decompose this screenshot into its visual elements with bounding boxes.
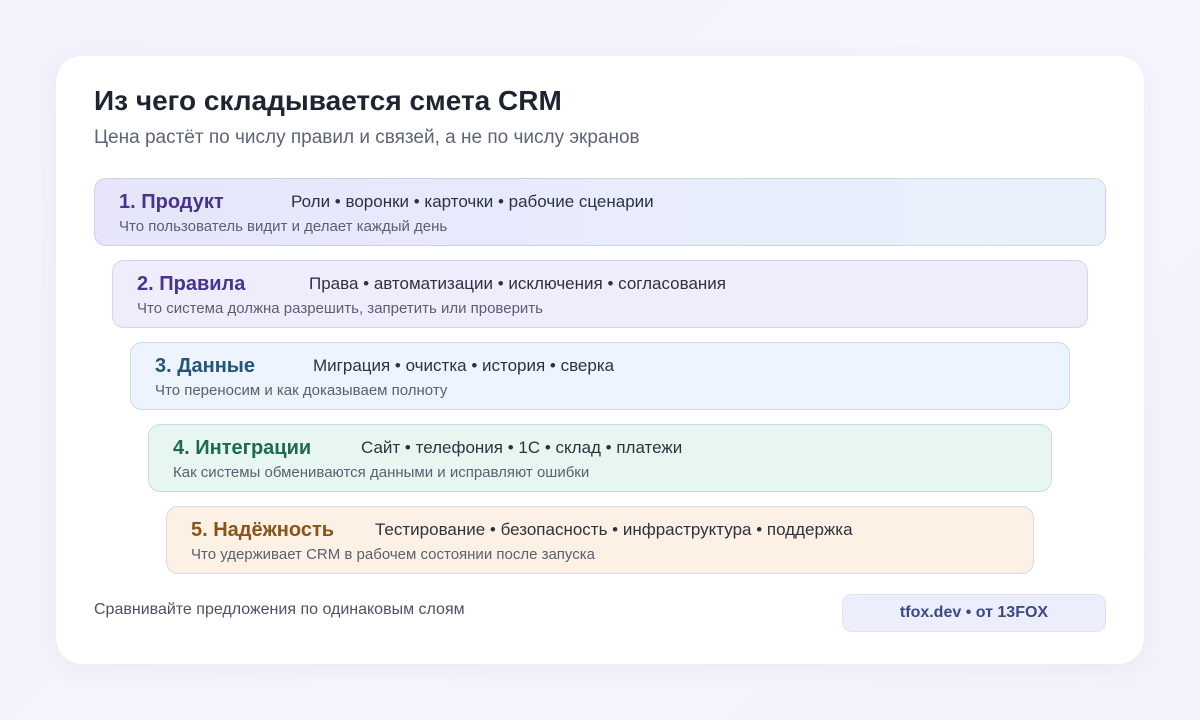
layer-items: Миграция • очистка • история • сверка: [313, 356, 615, 375]
layer-heading: 4. Интеграции: [173, 437, 312, 459]
layer-heading: 5. Надёжность: [191, 519, 335, 541]
layer-description: Что удерживает CRM в рабочем состоянии п…: [191, 546, 595, 563]
layer-heading: 2. Правила: [137, 273, 246, 295]
content-card: Из чего складывается смета CRM Цена раст…: [56, 56, 1144, 664]
brand-badge: tfox.dev • от 13FOX: [842, 594, 1106, 632]
layer-items: Права • автоматизации • исключения • сог…: [309, 274, 727, 293]
page-title: Из чего складывается смета CRM: [94, 85, 562, 116]
footer-note: Сравнивайте предложения по одинаковым сл…: [94, 601, 465, 618]
layer-description: Как системы обмениваются данными и испра…: [173, 464, 590, 481]
layer-product: 1. Продукт Роли • воронки • карточки • р…: [94, 178, 1106, 246]
layer-heading: 3. Данные: [155, 355, 255, 377]
layer-description: Что система должна разрешить, запретить …: [137, 300, 543, 317]
layer-items: Сайт • телефония • 1С • склад • платежи: [361, 438, 683, 457]
layer-items: Тестирование • безопасность • инфраструк…: [375, 520, 853, 539]
layer-heading: 1. Продукт: [119, 191, 224, 213]
layer-data: 3. Данные Миграция • очистка • история •…: [130, 342, 1070, 410]
layer-items: Роли • воронки • карточки • рабочие сцен…: [291, 192, 654, 211]
layer-description: Что пользователь видит и делает каждый д…: [119, 218, 448, 235]
layer-reliability: 5. Надёжность Тестирование • безопасност…: [166, 506, 1034, 574]
layer-integrations: 4. Интеграции Сайт • телефония • 1С • ск…: [148, 424, 1052, 492]
page-subtitle: Цена растёт по числу правил и связей, а …: [94, 127, 640, 148]
layer-rules: 2. Правила Права • автоматизации • исклю…: [112, 260, 1088, 328]
layer-description: Что переносим и как доказываем полноту: [155, 382, 448, 399]
